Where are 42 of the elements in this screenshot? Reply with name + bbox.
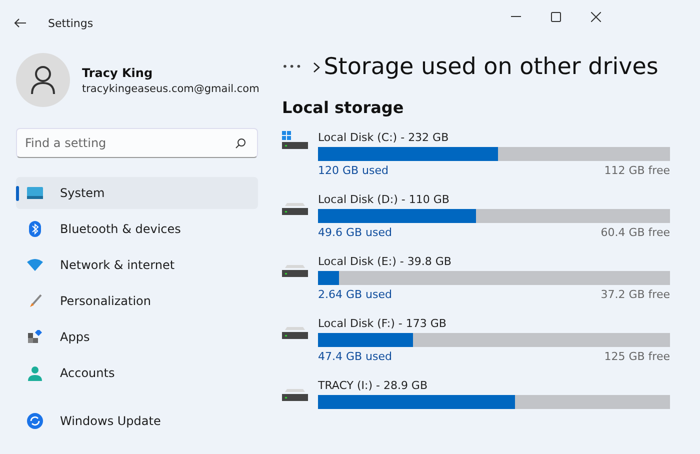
free-space: 37.2 GB free [600, 288, 670, 301]
search-field[interactable]: Find a setting [16, 128, 258, 158]
search-icon [235, 138, 246, 149]
nav-item[interactable]: Network & internet [16, 249, 258, 281]
drive-name: Local Disk (D:) - 110 GB [318, 193, 450, 207]
sync-icon [27, 413, 43, 429]
bluetooth-icon [29, 221, 41, 237]
free-space: 125 GB free [604, 350, 670, 363]
drive-name: Local Disk (F:) - 173 GB [318, 317, 448, 331]
apps-icon [28, 330, 42, 344]
maximize-icon[interactable] [551, 12, 561, 22]
nav-item[interactable]: Bluetooth & devices [16, 213, 258, 245]
section-heading: Local storage [282, 98, 405, 117]
user-name: Tracy King [82, 66, 154, 80]
system-drive-icon [282, 131, 308, 151]
used-space: 120 GB used [318, 164, 389, 177]
nav-item[interactable]: Accounts [16, 357, 258, 389]
close-icon[interactable] [591, 12, 601, 22]
window-title: Settings [48, 16, 94, 30]
used-space: 49.6 GB used [318, 226, 392, 239]
drive-name: Local Disk (C:) - 232 GB [318, 131, 450, 145]
nav-item[interactable]: Personalization [16, 285, 258, 317]
monitor-icon [27, 187, 43, 199]
drive-name: TRACY (I:) - 28.9 GB [318, 379, 429, 393]
nav-item[interactable]: Apps [16, 321, 258, 353]
nav-item[interactable]: Windows Update [16, 405, 258, 437]
drive-name: Local Disk (E:) - 39.8 GB [318, 255, 452, 269]
person-icon [28, 366, 42, 380]
nav-item[interactable]: System [16, 177, 258, 209]
page-title: Storage used on other drives [324, 54, 658, 80]
free-space: 60.4 GB free [600, 226, 670, 239]
back-icon[interactable] [14, 18, 26, 28]
user-email: tracykingeaseus.com@gmail.com [82, 82, 260, 94]
used-space: 47.4 GB used [318, 350, 392, 363]
free-space: 112 GB free [604, 164, 670, 177]
more-button[interactable]: ••• [282, 62, 303, 72]
chevron-icon [312, 62, 320, 72]
used-space: 2.64 GB used [318, 288, 392, 301]
wifi-icon [27, 259, 43, 271]
minimize-icon[interactable] [511, 16, 521, 18]
brush-icon [28, 294, 42, 308]
avatar [16, 53, 70, 107]
